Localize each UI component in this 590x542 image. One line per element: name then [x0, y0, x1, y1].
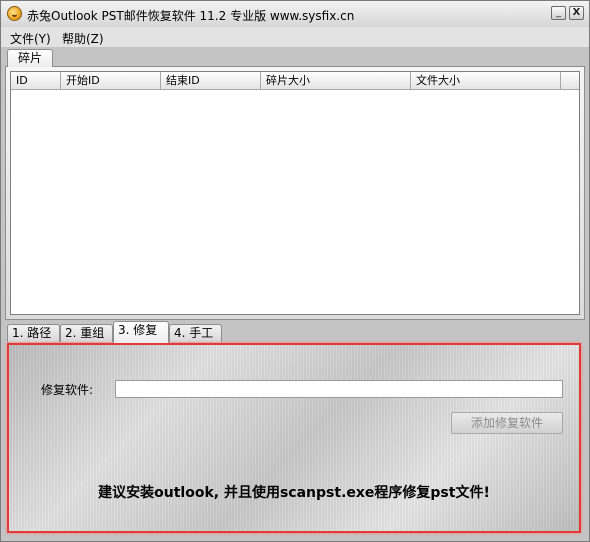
tab-fragments[interactable]: 碎片	[7, 49, 53, 67]
menu-bar: 文件(Y) 帮助(Z)	[1, 27, 589, 47]
column-filler	[561, 72, 579, 89]
fragment-list[interactable]: ID 开始ID 结束ID 碎片大小 文件大小	[10, 71, 580, 315]
minimize-button[interactable]: _	[551, 6, 566, 20]
repair-software-input[interactable]	[115, 380, 563, 398]
app-window: 赤兔Outlook PST邮件恢复软件 11.2 专业版 www.sysfix.…	[0, 0, 590, 542]
close-button[interactable]: X	[569, 6, 584, 20]
tab-path[interactable]: 1. 路径	[7, 324, 60, 342]
column-end-id[interactable]: 结束ID	[161, 72, 261, 89]
tab-repair[interactable]: 3. 修复	[113, 321, 169, 343]
window-title: 赤兔Outlook PST邮件恢复软件 11.2 专业版 www.sysfix.…	[27, 9, 355, 23]
tab-reassemble[interactable]: 2. 重组	[60, 324, 113, 342]
fragments-panel: ID 开始ID 结束ID 碎片大小 文件大小	[5, 66, 585, 320]
column-start-id[interactable]: 开始ID	[61, 72, 161, 89]
column-id[interactable]: ID	[11, 72, 61, 89]
column-file-size[interactable]: 文件大小	[411, 72, 561, 89]
add-repair-software-button[interactable]: 添加修复软件	[451, 412, 563, 434]
column-fragment-size[interactable]: 碎片大小	[261, 72, 411, 89]
repair-software-label: 修复软件:	[41, 383, 94, 397]
app-logo-icon	[7, 6, 22, 21]
menu-help[interactable]: 帮助(Z)	[59, 29, 107, 48]
menu-file[interactable]: 文件(Y)	[7, 29, 54, 48]
list-header: ID 开始ID 结束ID 碎片大小 文件大小	[11, 72, 579, 90]
repair-panel: 修复软件: 添加修复软件 建议安装outlook, 并且使用scanpst.ex…	[7, 343, 581, 533]
tab-manual[interactable]: 4. 手工	[169, 324, 222, 342]
repair-hint-text: 建议安装outlook, 并且使用scanpst.exe程序修复pst文件!	[98, 485, 490, 501]
title-bar[interactable]: 赤兔Outlook PST邮件恢复软件 11.2 专业版 www.sysfix.…	[1, 1, 589, 28]
